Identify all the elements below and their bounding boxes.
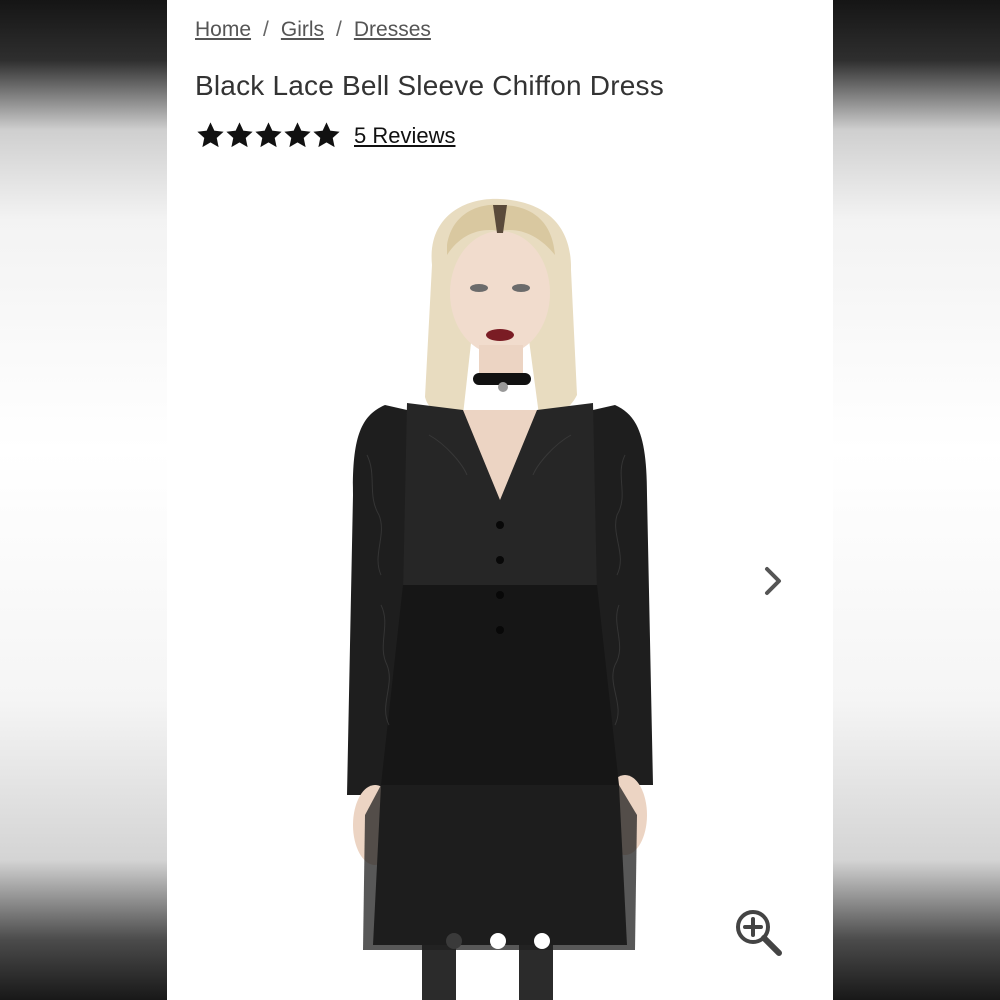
product-page: Home / Girls / Dresses Black Lace Bell S… [167, 0, 833, 1000]
pagination-dot[interactable] [446, 933, 462, 949]
breadcrumb-dresses[interactable]: Dresses [354, 18, 431, 42]
breadcrumb: Home / Girls / Dresses [195, 18, 431, 42]
star-icon [255, 122, 282, 149]
rating-row: 5 Reviews [197, 122, 455, 149]
pagination-dot[interactable] [490, 933, 506, 949]
product-photo [167, 175, 833, 1000]
star-icon [313, 122, 340, 149]
next-image-button[interactable] [755, 563, 791, 599]
breadcrumb-girls[interactable]: Girls [281, 18, 324, 42]
star-rating[interactable] [197, 122, 340, 149]
chevron-right-icon [765, 567, 781, 595]
blurred-background-left [0, 0, 167, 1000]
product-title: Black Lace Bell Sleeve Chiffon Dress [195, 70, 664, 101]
reviews-link[interactable]: 5 Reviews [354, 123, 455, 149]
star-icon [197, 122, 224, 149]
image-pagination [446, 933, 550, 949]
product-image-gallery[interactable] [167, 175, 833, 1000]
breadcrumb-separator: / [263, 18, 269, 41]
star-icon [284, 122, 311, 149]
star-icon [226, 122, 253, 149]
blurred-background-right [833, 0, 1000, 1000]
zoom-button[interactable] [733, 907, 785, 959]
zoom-in-icon [736, 910, 782, 956]
breadcrumb-home[interactable]: Home [195, 18, 251, 42]
breadcrumb-separator: / [336, 18, 342, 41]
pagination-dot[interactable] [534, 933, 550, 949]
